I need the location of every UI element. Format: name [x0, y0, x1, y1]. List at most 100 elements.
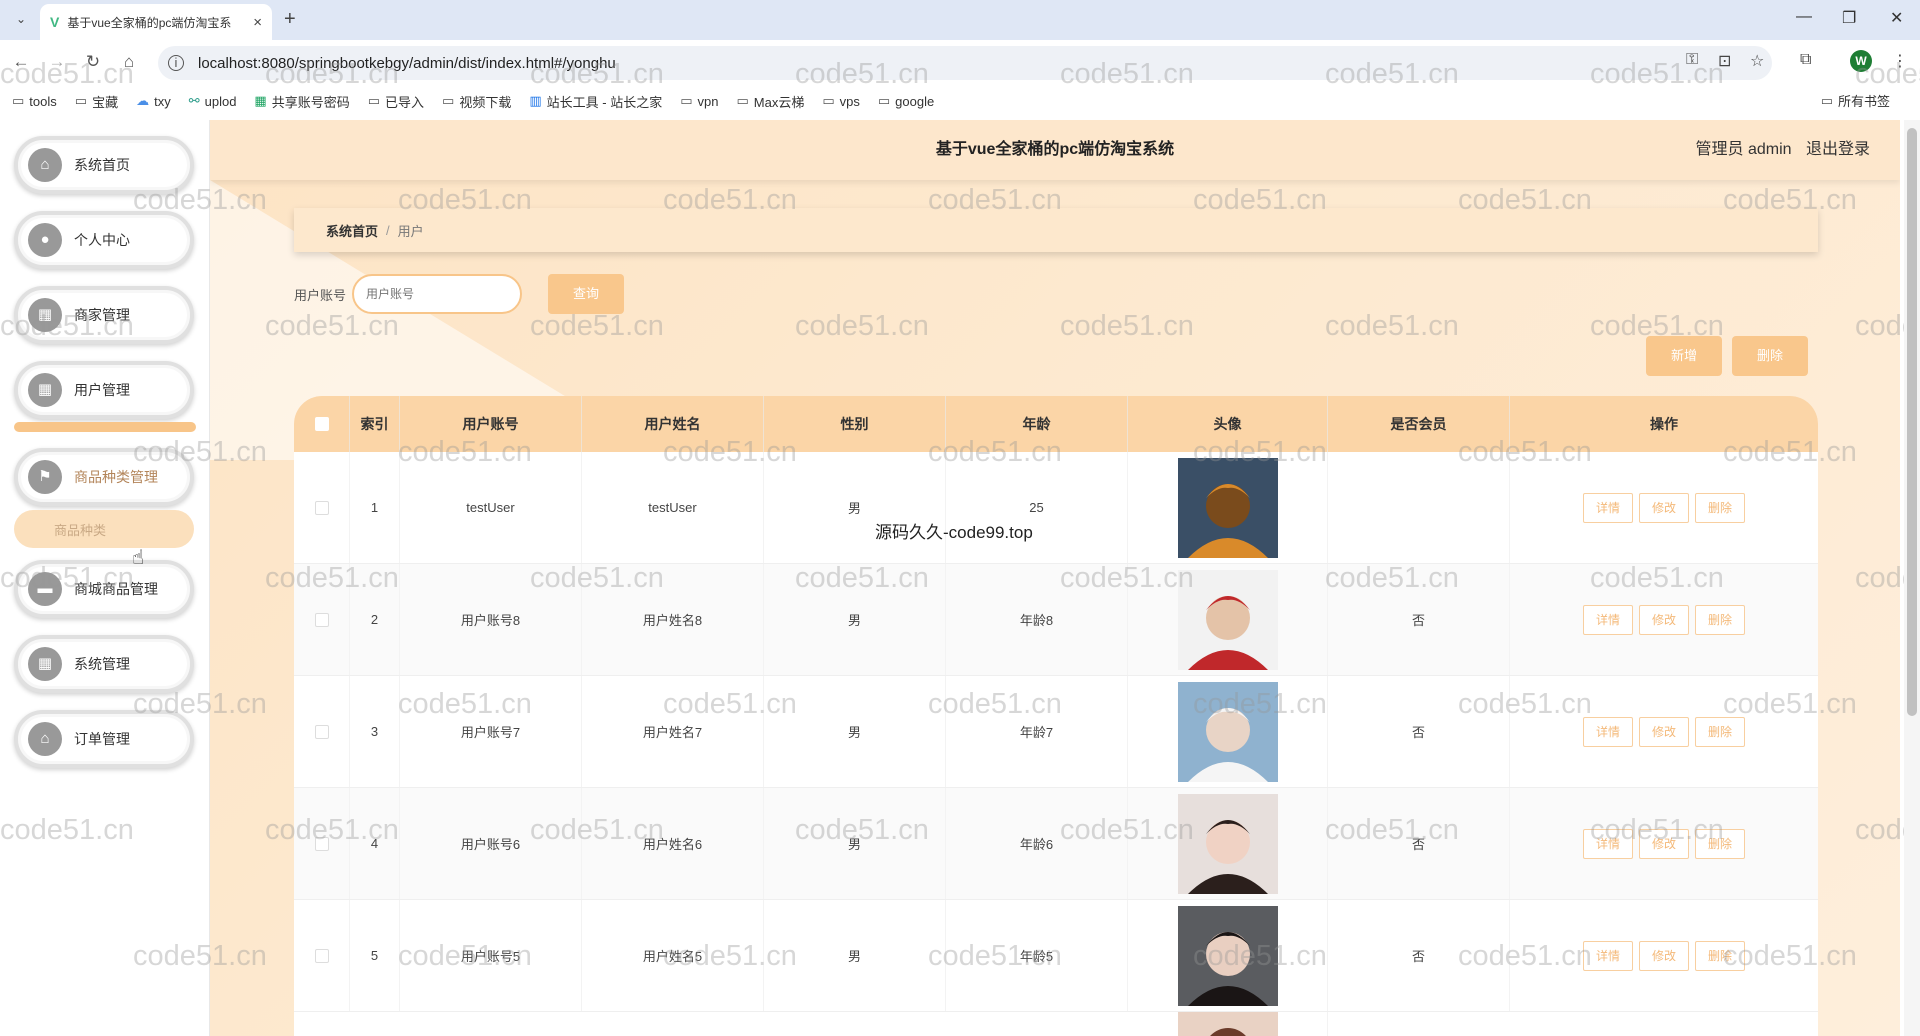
tab-search-icon[interactable]: ⌄ [10, 8, 32, 30]
detail-button[interactable]: 详情 [1583, 940, 1633, 971]
user-table: 索引 用户账号 用户姓名 性别 年龄 头像 是否会员 操作 1 testUser… [294, 396, 1818, 1036]
sidebar: ⌂ 系统首页 ● 个人中心 ▦ 商家管理 ▦ 用户管理 ⚑ 商品种类管理 商品种类 ▬ 商城… [0, 120, 210, 1036]
select-all-checkbox[interactable] [314, 417, 329, 431]
bookmark-item[interactable]: ▥ 站长工具 - 站长之家 [529, 92, 662, 111]
folder-icon: ▭ [680, 93, 693, 108]
delete-button[interactable]: 删除 [1695, 940, 1745, 971]
sidebar-item-users[interactable]: ▦ 用户管理 [14, 361, 194, 419]
user-avatar-image [1177, 681, 1278, 782]
bookmark-item[interactable]: ▭ Max云梯 [736, 92, 804, 111]
sidebar-item-products[interactable]: ▬ 商城商品管理 [14, 560, 194, 618]
browser-tab[interactable]: V 基于vue全家桶的pc端仿淘宝系 × [40, 4, 272, 40]
edit-button[interactable]: 修改 [1639, 828, 1689, 859]
breadcrumb-home[interactable]: 系统首页 [326, 221, 378, 240]
row-checkbox[interactable] [314, 500, 329, 515]
cell-index: 4 [350, 788, 400, 899]
detail-button[interactable]: 详情 [1583, 716, 1633, 747]
delete-button[interactable]: 删除 [1695, 604, 1745, 635]
sidebar-item-categories[interactable]: ⚑ 商品种类管理 [14, 448, 194, 506]
profile-avatar[interactable]: W [1850, 50, 1872, 72]
logout-link[interactable]: 退出登录 [1806, 141, 1870, 158]
delete-button[interactable]: 删除 [1695, 492, 1745, 523]
close-window-icon[interactable]: ✕ [1890, 8, 1903, 28]
table-row-partial [294, 1012, 1818, 1036]
row-checkbox[interactable] [314, 724, 329, 739]
edit-button[interactable]: 修改 [1639, 492, 1689, 523]
cell-name: 用户姓名5 [582, 900, 764, 1011]
bookmark-item[interactable]: ▭ 宝藏 [75, 92, 118, 111]
edit-button[interactable]: 修改 [1639, 604, 1689, 635]
cell-age: 年龄5 [946, 900, 1128, 1011]
add-button[interactable]: 新增 [1646, 336, 1722, 376]
delete-button[interactable]: 删除 [1695, 716, 1745, 747]
cell-account: 用户账号7 [400, 676, 582, 787]
site-info-icon[interactable]: i [168, 55, 184, 71]
cell-actions: 详情 修改 删除 [1510, 900, 1818, 1011]
detail-button[interactable]: 详情 [1583, 604, 1633, 635]
edit-button[interactable]: 修改 [1639, 940, 1689, 971]
cell-gender: 男 [764, 564, 946, 675]
tab-bar: ⌄ V 基于vue全家桶的pc端仿淘宝系 × + — ❐ ✕ [0, 0, 1920, 40]
detail-button[interactable]: 详情 [1583, 492, 1633, 523]
bookmark-item[interactable]: ☁ txy [136, 93, 171, 109]
bookmark-item[interactable]: ▭ 已导入 [368, 92, 424, 111]
sidebar-item-home[interactable]: ⌂ 系统首页 [14, 136, 194, 194]
sidebar-item-merchants[interactable]: ▦ 商家管理 [14, 286, 194, 344]
new-tab-icon[interactable]: + [284, 8, 296, 31]
folder-icon: ▭ [367, 93, 381, 108]
admin-label: 管理员 admin [1695, 141, 1792, 158]
query-button[interactable]: 查询 [548, 274, 625, 314]
minimize-icon[interactable]: — [1796, 8, 1812, 26]
page-scrollbar[interactable] [1904, 120, 1920, 1036]
back-icon[interactable]: ← [6, 52, 36, 72]
scrollbar-thumb[interactable] [1907, 128, 1917, 716]
sidebar-item-orders[interactable]: ⌂ 订单管理 [14, 710, 194, 768]
row-checkbox[interactable] [314, 836, 329, 851]
sidebar-item-profile[interactable]: ● 个人中心 [14, 211, 194, 269]
search-input[interactable] [352, 274, 523, 314]
submenu-item-category[interactable]: 商品种类 [14, 510, 194, 548]
bookmark-item[interactable]: ⚯ uplod [189, 93, 237, 109]
delete-button[interactable]: 删除 [1695, 828, 1745, 859]
row-checkbox[interactable] [314, 948, 329, 963]
col-header-index: 索引 [350, 396, 400, 452]
table-row: 3 用户账号7 用户姓名7 男 年龄7 否 详情 修改 删除 [294, 676, 1818, 788]
bookmark-item[interactable]: ▭ 视频下载 [442, 92, 511, 111]
forward-icon[interactable]: → [42, 52, 72, 72]
bookmark-star-icon[interactable]: ☆ [1750, 51, 1764, 71]
bookmarks-bar: ▭ tools ▭ 宝藏 ☁ txy ⚯ uplod ▦ 共享账号密码 ▭ 已导入 ▭ 视频下… [0, 88, 1920, 114]
cell-name: 用户姓名6 [582, 788, 764, 899]
folder-icon: ▭ [12, 93, 25, 108]
row-checkbox[interactable] [314, 612, 329, 627]
reload-icon[interactable]: ↻ [78, 52, 108, 72]
top-header: 基于vue全家桶的pc端仿淘宝系统 管理员 admin 退出登录 [210, 120, 1900, 180]
user-icon: ● [28, 223, 62, 257]
restore-icon[interactable]: ❐ [1842, 8, 1856, 28]
edit-button[interactable]: 修改 [1639, 716, 1689, 747]
cell-member: 否 [1328, 900, 1510, 1011]
close-tab-icon[interactable]: × [253, 14, 262, 31]
all-bookmarks[interactable]: ▭ 所有书签 [1821, 91, 1890, 110]
bookmark-item[interactable]: ▦ 共享账号密码 [254, 92, 349, 111]
bookmark-item[interactable]: ▭ vpn [680, 93, 718, 109]
home-browser-icon[interactable]: ⌂ [114, 52, 144, 72]
folder-icon: ▭ [1820, 92, 1833, 108]
detail-button[interactable]: 详情 [1583, 828, 1633, 859]
batch-delete-button[interactable]: 删除 [1732, 336, 1808, 376]
screenshot-icon[interactable]: ⊡ [1718, 51, 1731, 71]
address-bar[interactable]: i localhost:8080/springbootkebgy/admin/d… [158, 46, 1772, 80]
folder-icon: ▭ [74, 93, 88, 108]
bookmark-item[interactable]: ▭ google [878, 93, 934, 109]
cell-index: 3 [350, 676, 400, 787]
bookmark-item[interactable]: ▭ tools [12, 93, 57, 109]
cell-name: 用户姓名8 [582, 564, 764, 675]
folder-icon: ▭ [822, 93, 835, 108]
extensions-icon[interactable]: ⧉ [1800, 51, 1811, 69]
active-indicator [14, 422, 196, 432]
cell-name: 用户姓名7 [582, 676, 764, 787]
sidebar-item-system[interactable]: ▦ 系统管理 [14, 635, 194, 693]
more-menu-icon[interactable]: ⋮ [1892, 51, 1908, 71]
row-select-cell [294, 900, 350, 1011]
bookmark-item[interactable]: ▭ vps [822, 93, 860, 109]
key-icon[interactable]: ⚿ [1686, 51, 1698, 69]
